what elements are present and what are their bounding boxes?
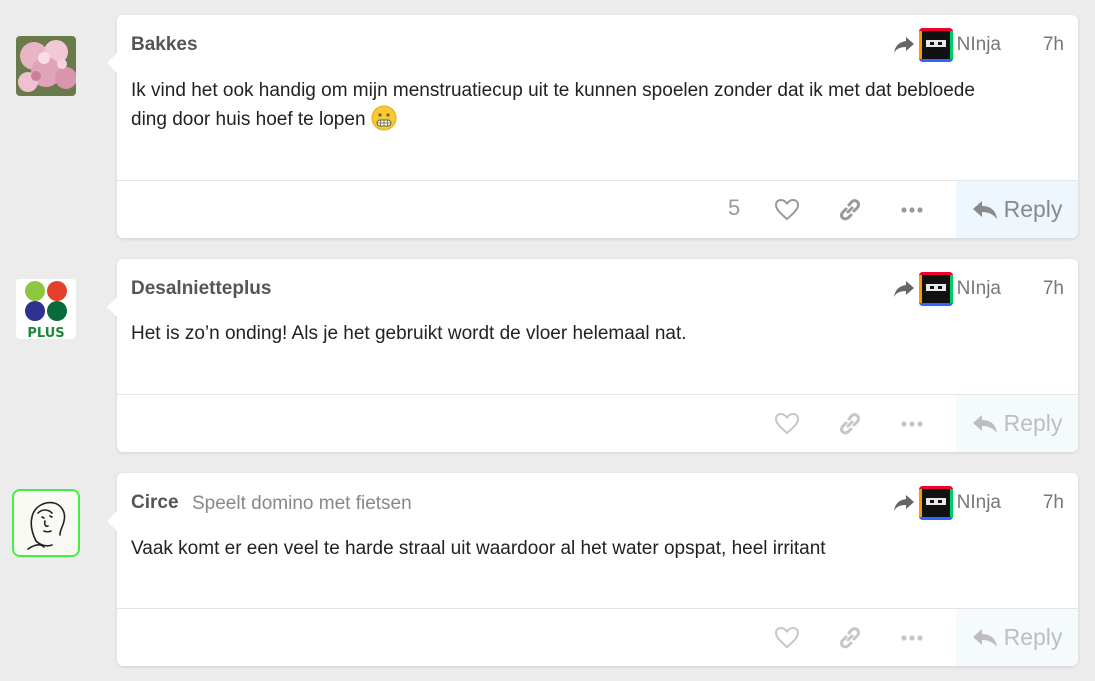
post-header: Desalnietteplus NInja 7h: [131, 272, 1064, 306]
post-actions: Reply: [117, 608, 1078, 666]
avatar-bakkes[interactable]: [16, 36, 76, 96]
reply-to-indicator[interactable]: NInja: [893, 27, 1001, 63]
heart-icon[interactable]: [774, 411, 800, 437]
grimacing-face-emoji-icon: [371, 105, 397, 140]
reply-to-username: NInja: [956, 492, 1001, 513]
reply-label: Reply: [1003, 410, 1063, 436]
post-body: Vaak komt er een veel te harde straal ui…: [131, 534, 1064, 563]
plus-logo-avatar: PLUS: [16, 279, 76, 339]
ellipsis-icon[interactable]: [899, 625, 925, 651]
post-text-line: ding door huis hoef te lopen: [131, 105, 1064, 140]
reply-label: Reply: [1003, 624, 1063, 650]
reply-button[interactable]: Reply: [956, 395, 1078, 452]
user-title: Speelt domino met fietsen: [192, 493, 412, 514]
link-icon[interactable]: [837, 411, 863, 437]
reply-button[interactable]: Reply: [956, 609, 1078, 666]
post-card: Circe Speelt domino met fietsen NInja 7h: [107, 473, 1078, 666]
reply-to-username: NInja: [956, 278, 1001, 299]
reply-to-indicator[interactable]: NInja: [893, 271, 1001, 307]
flower-avatar-image: [16, 36, 76, 96]
reply-button[interactable]: Reply: [956, 181, 1078, 238]
share-arrow-icon: [893, 495, 914, 511]
ninja-avatar: [918, 272, 953, 306]
plus-logo-text: PLUS: [27, 326, 64, 339]
post-text: ding door huis hoef te lopen: [131, 109, 366, 130]
post-card: Desalnietteplus NInja 7h Het is zo’n ond…: [107, 259, 1078, 452]
post-body: Het is zo’n onding! Als je het gebruikt …: [131, 319, 1064, 348]
ninja-avatar: [918, 28, 953, 62]
link-icon[interactable]: [837, 197, 863, 223]
reply-icon: [972, 628, 997, 647]
like-count[interactable]: 5: [728, 195, 740, 221]
post-time[interactable]: 7h: [1043, 278, 1064, 300]
username[interactable]: Desalnietteplus: [131, 278, 271, 300]
post-time[interactable]: 7h: [1043, 492, 1064, 514]
post-text-line: Het is zo’n onding! Als je het gebruikt …: [131, 323, 687, 344]
share-arrow-icon: [893, 37, 914, 53]
reply-to-indicator[interactable]: NInja: [893, 485, 1001, 521]
username[interactable]: Circe: [131, 492, 179, 514]
post-header: Bakkes NInja 7h: [131, 28, 1064, 62]
post-card: Bakkes NInja 7h Ik vind het ook handig o…: [107, 15, 1078, 238]
username[interactable]: Bakkes: [131, 34, 198, 56]
avatar-circe[interactable]: [12, 489, 80, 557]
ellipsis-icon[interactable]: [899, 197, 925, 223]
face-sketch-avatar: [27, 501, 66, 550]
heart-icon[interactable]: [774, 625, 800, 651]
post-body: Ik vind het ook handig om mijn menstruat…: [131, 76, 1064, 140]
reply-label: Reply: [1003, 196, 1063, 222]
post-time[interactable]: 7h: [1043, 34, 1064, 56]
post-text-line: Vaak komt er een veel te harde straal ui…: [131, 538, 826, 559]
post-actions: 5 Reply: [117, 180, 1078, 238]
post-actions: Reply: [117, 394, 1078, 452]
heart-icon[interactable]: [774, 197, 800, 223]
reply-icon: [972, 414, 997, 433]
reply-to-username: NInja: [956, 34, 1001, 55]
ellipsis-icon[interactable]: [899, 411, 925, 437]
avatar-desalnietteplus[interactable]: PLUS: [16, 279, 76, 339]
link-icon[interactable]: [837, 625, 863, 651]
reply-icon: [972, 200, 997, 219]
post-header: Circe Speelt domino met fietsen NInja 7h: [131, 486, 1064, 520]
share-arrow-icon: [893, 281, 914, 297]
post-text-line: Ik vind het ook handig om mijn menstruat…: [131, 80, 975, 101]
ninja-avatar: [918, 486, 953, 520]
